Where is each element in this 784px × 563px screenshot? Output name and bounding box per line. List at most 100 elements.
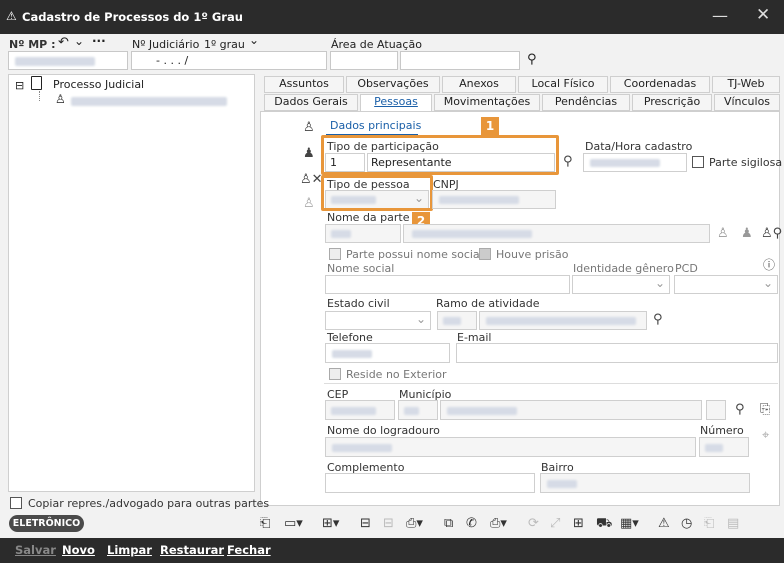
document-add-icon[interactable]: ⎗ [260,516,270,531]
export-icon[interactable]: ⎙▾ [406,516,423,531]
add-person-icon[interactable]: ♙ [303,120,315,135]
limpar-button[interactable]: Limpar [107,543,152,557]
alert-doc-icon[interactable]: ⚠ [658,516,670,531]
nome-parte-code[interactable] [325,224,401,243]
tab-coordenadas[interactable]: Coordenadas [610,76,710,93]
identidade-genero-select[interactable]: ⌄ [572,275,670,294]
print-icon[interactable]: ⎙▾ [490,516,507,531]
lock-person-icon[interactable]: ♟ [303,146,315,161]
minimize-icon[interactable]: — [712,6,728,25]
car-icon[interactable]: ⛟ [596,516,612,533]
doc-add-disabled-icon[interactable]: ⎗ [704,516,714,531]
reside-exterior-checkbox[interactable] [329,368,341,380]
tree-collapse-icon[interactable]: ⊟ [15,79,24,92]
restaurar-button[interactable]: Restaurar [160,543,224,557]
telefone-input[interactable] [325,343,450,363]
nome-social-checkbox[interactable] [329,248,341,260]
participacao-search-icon[interactable]: ⚲ [563,154,573,169]
app-logo-icon: ⚠ [6,9,17,23]
cnpj-input[interactable] [432,190,556,209]
cep-input[interactable] [325,400,395,420]
houve-prisao-checkbox[interactable] [479,248,491,260]
numero-input[interactable] [699,437,749,457]
area-code-input[interactable] [330,51,398,70]
chevron-down-icon[interactable]: ⌄ [74,34,84,48]
municipio-input[interactable] [440,400,702,420]
ramo-input[interactable] [479,311,647,330]
tab-observacoes[interactable]: Observações [346,76,440,93]
person-icon: ♙ [55,92,66,106]
address-lookup-icon[interactable]: ⎘ [760,402,770,417]
close-icon[interactable]: ✕ [756,5,770,25]
municipio-code-input[interactable] [398,400,438,420]
person-search-icon[interactable]: ♙⚲ [761,226,782,241]
section-divider [324,383,778,384]
genero-chevron-icon: ⌄ [654,276,665,290]
tab-local-fisico[interactable]: Local Físico [518,76,608,93]
area-name-input[interactable] [400,51,520,70]
map-location-icon[interactable]: ⌖ [762,428,769,443]
flow-disabled-icon[interactable]: ⊟ [383,516,394,531]
remove-person-icon[interactable]: ♙✕ [300,172,323,187]
fechar-button[interactable]: Fechar [227,543,271,557]
mp-input[interactable] [8,51,128,70]
judiciario-input[interactable]: - . . . / [131,51,327,70]
tab-anexos[interactable]: Anexos [442,76,516,93]
uf-input[interactable] [706,400,726,420]
hierarchy-icon[interactable]: ⊞ [573,516,584,531]
copy-icon[interactable]: ⧉ [444,516,453,531]
tab-assuntos[interactable]: Assuntos [264,76,344,93]
more-icon[interactable]: ··· [92,34,106,48]
refresh-icon[interactable]: ⟳ [528,516,539,531]
logradouro-input[interactable] [325,437,696,457]
help-icon[interactable]: ⓘ [763,256,775,273]
identidade-genero-label: Identidade gênero [573,262,674,275]
ramo-atividade-label: Ramo de atividade [436,297,540,310]
clock-doc-icon[interactable]: ◷ [681,516,692,531]
salvar-button[interactable]: Salvar [15,543,56,557]
tab-pendencias[interactable]: Pendências [542,94,630,111]
grau-chevron-icon[interactable]: ⌄ [249,33,259,47]
doc-image-disabled-icon[interactable]: ▤ [727,516,739,531]
ramo-code-input[interactable] [437,311,477,330]
calendar-icon[interactable]: ▦▾ [620,516,639,531]
data-hora-input [583,153,687,172]
window-title: Cadastro de Processos do 1º Grau [22,10,243,24]
estado-civil-chevron-icon: ⌄ [415,312,426,326]
grau-label: 1º grau [204,38,245,51]
network-icon[interactable]: ⊞▾ [322,516,339,531]
pcd-select[interactable]: ⌄ [674,275,778,294]
tab-prescricao[interactable]: Prescrição [632,94,712,111]
folder-icon[interactable]: ▭▾ [284,516,303,531]
tab-dados-gerais[interactable]: Dados Gerais [264,94,358,111]
tab-vinculos[interactable]: Vínculos [714,94,780,111]
phone-icon[interactable]: ✆ [466,516,477,531]
person-lock-icon[interactable]: ♟ [741,226,753,241]
novo-button[interactable]: Novo [62,543,95,557]
person-link-icon[interactable]: ♙ [717,226,729,241]
flow-icon[interactable]: ⊟ [360,516,371,531]
nome-parte-input[interactable] [403,224,710,243]
tab-movimentacoes[interactable]: Movimentações [434,94,540,111]
bairro-input[interactable] [540,473,750,493]
highlight-box-2 [321,175,433,211]
reside-exterior-label: Reside no Exterior [346,368,447,381]
estado-civil-select[interactable]: ⌄ [325,311,431,330]
tree-root-label[interactable]: Processo Judicial [53,78,144,91]
logradouro-label: Nome do logradouro [327,424,440,437]
edit-person-icon[interactable]: ♙ [303,196,315,211]
nome-social-input[interactable] [325,275,570,294]
email-input[interactable] [456,343,778,363]
expand-icon[interactable]: ⤢ [550,516,560,531]
tab-tjweb[interactable]: TJ-Web [712,76,780,93]
search-icon[interactable]: ⚲ [527,52,537,67]
tab-pessoas[interactable]: Pessoas [360,94,432,112]
undo-icon[interactable]: ↶ [58,35,69,50]
complemento-input[interactable] [325,473,535,493]
subtab-dados-principais[interactable]: Dados principais [330,119,421,132]
copiar-checkbox[interactable] [10,497,22,509]
ramo-search-icon[interactable]: ⚲ [653,312,663,327]
parte-sigilosa-checkbox[interactable] [692,156,704,168]
tree-child-blurred[interactable] [71,97,227,106]
municipio-search-icon[interactable]: ⚲ [735,402,745,417]
